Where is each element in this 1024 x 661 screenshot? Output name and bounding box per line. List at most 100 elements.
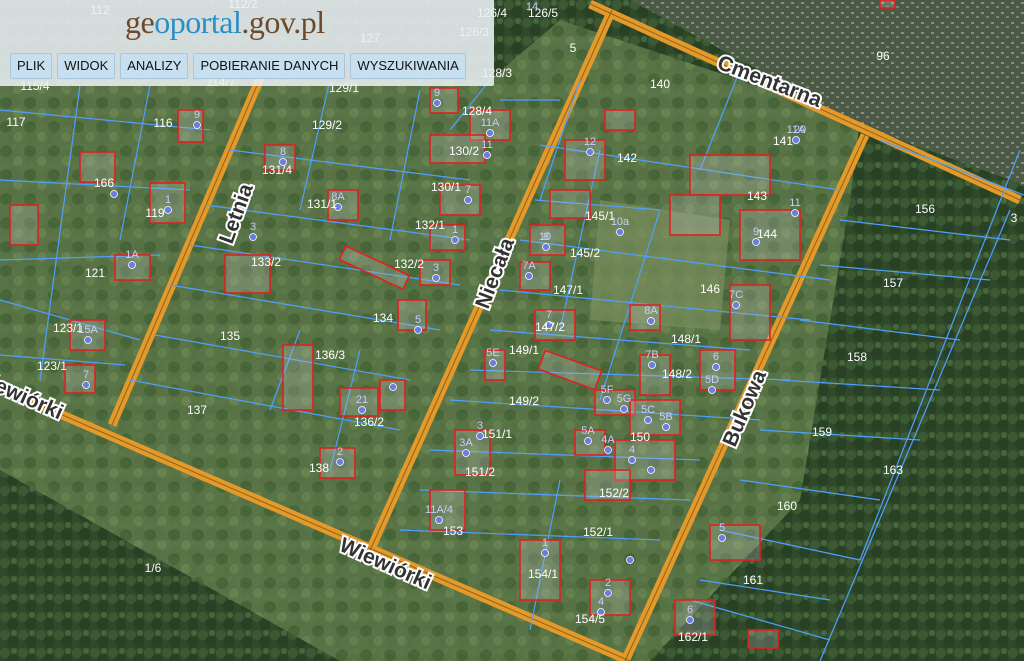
address-number: 5G [617,393,632,405]
parcel-number: 153 [443,524,463,538]
main-menu: PLIK WIDOK ANALIZY POBIERANIE DANYCH WYS… [10,53,466,79]
parcel-number: 121 [85,266,105,280]
parcel-number: 130/2 [449,144,479,158]
address-number: 11 [481,139,492,151]
parcel-number: 159 [812,425,832,439]
address-number: 8A [644,305,658,317]
menu-plik[interactable]: PLIK [10,53,53,79]
address-number: 7 [546,309,552,321]
parcel-number: 154/1 [528,567,558,581]
parcel-number: 152/1 [583,525,613,539]
address-number: 5 [719,522,725,534]
parcel-number: 163 [883,463,903,477]
parcel-number: 133/2 [251,255,281,269]
address-number: 5 [415,314,421,326]
parcel-number: 142 [617,151,637,165]
address-number: 2 [337,446,343,458]
menu-wyszukiwania[interactable]: WYSZUKIWANIA [350,53,466,79]
parcel-number: 152/2 [599,486,629,500]
parcel-number: 150 [630,430,650,444]
address-number: 7B [645,349,658,361]
parcel-number: 147/1 [553,283,583,297]
parcel-number: 136/3 [315,348,345,362]
address-number: 20 [794,124,806,136]
address-number: 9 [194,109,200,121]
address-number: 3 [250,221,256,233]
address-number: 21 [356,394,368,406]
parcel-number: 129/2 [312,118,342,132]
parcel-number: 141 [773,134,793,148]
parcel-number: 158 [847,350,867,364]
address-number: 3 [477,420,483,432]
address-number: 5B [659,411,672,423]
address-number: 5E [486,347,499,359]
parcel-number: 132/2 [394,257,424,271]
map-canvas[interactable]: Letnia Niecała Cmentarna Bukowa Wiewiórk… [0,0,1024,661]
address-number: 7 [465,184,471,196]
parcel-number: 140 [650,77,670,91]
address-number: 1 [542,537,548,549]
address-number: 12 [584,136,596,148]
address-number: 10a [611,216,630,228]
geoportal-logo: geoportal.gov.pl [125,4,325,40]
parcel-number: 3 [1011,211,1018,225]
parcel-number: 123/1 [37,359,67,373]
address-number: 5C [641,404,655,416]
menu-analizy[interactable]: ANALIZY [120,53,189,79]
parcel-number: 130/1 [431,180,461,194]
parcel-number: 5 [570,41,577,55]
parcel-number: 144 [757,227,777,241]
parcel-number: 162/1 [678,630,708,644]
parcel-number: 135 [220,329,240,343]
parcel-number: 138 [309,461,329,475]
menu-pobieranie-danych[interactable]: POBIERANIE DANYCH [193,53,346,79]
address-number: 11 [789,197,800,209]
address-number: 9 [753,226,759,238]
parcel-number: 147/2 [535,320,565,334]
parcel-number: 136/2 [354,415,384,429]
parcel-number: 96 [876,49,890,63]
parcel-number: 1/6 [145,561,162,575]
parcel-number: 132/1 [415,218,445,232]
parcel-number: 166 [94,176,114,190]
parcel-number: 117 [6,115,25,129]
parcel-number: 119 [145,206,164,220]
parcel-number: 149/2 [509,394,539,408]
parcel-number: 116 [153,116,172,130]
menu-widok[interactable]: WIDOK [57,53,116,79]
top-panel: geoportal.gov.pl PLIK WIDOK ANALIZY POBI… [0,0,494,86]
parcel-number: 157 [883,276,903,290]
parcel-number: 151/2 [465,465,495,479]
parcel-number: 146 [700,282,720,296]
address-number: 1 [165,194,171,206]
parcel-number: 148/1 [671,332,701,346]
address-number: 15A [78,324,98,336]
address-number: 1A [125,249,139,261]
address-number: 14 [526,1,538,13]
parcel-number: 145/2 [570,246,600,260]
address-number: 7C [729,289,743,301]
address-number: 5D [705,374,719,386]
address-number: 4 [598,596,604,608]
address-number: 5F [601,384,614,396]
address-number: 1 [452,224,458,236]
address-number: 4 [629,444,635,456]
parcel-number: 148/2 [662,367,692,381]
address-number: 2 [605,577,611,589]
parcel-number: 137 [187,403,207,417]
address-number: 3A [459,437,473,449]
address-number: 6 [713,351,719,363]
parcel-number: 149/1 [509,343,539,357]
parcel-number: 160 [777,499,797,513]
address-number: 5A [581,425,595,437]
parcel-number: 161 [743,573,763,587]
address-number: 3 [433,262,439,274]
address-number: 8A [331,191,345,203]
parcel-number: 128/4 [462,104,492,118]
parcel-number: 134 [373,311,393,325]
address-number: 8 [280,146,286,158]
address-number: 7A [522,260,536,272]
parcel-number: 143 [747,189,767,203]
address-number: 11A [481,117,500,129]
address-number: 9 [434,87,440,99]
